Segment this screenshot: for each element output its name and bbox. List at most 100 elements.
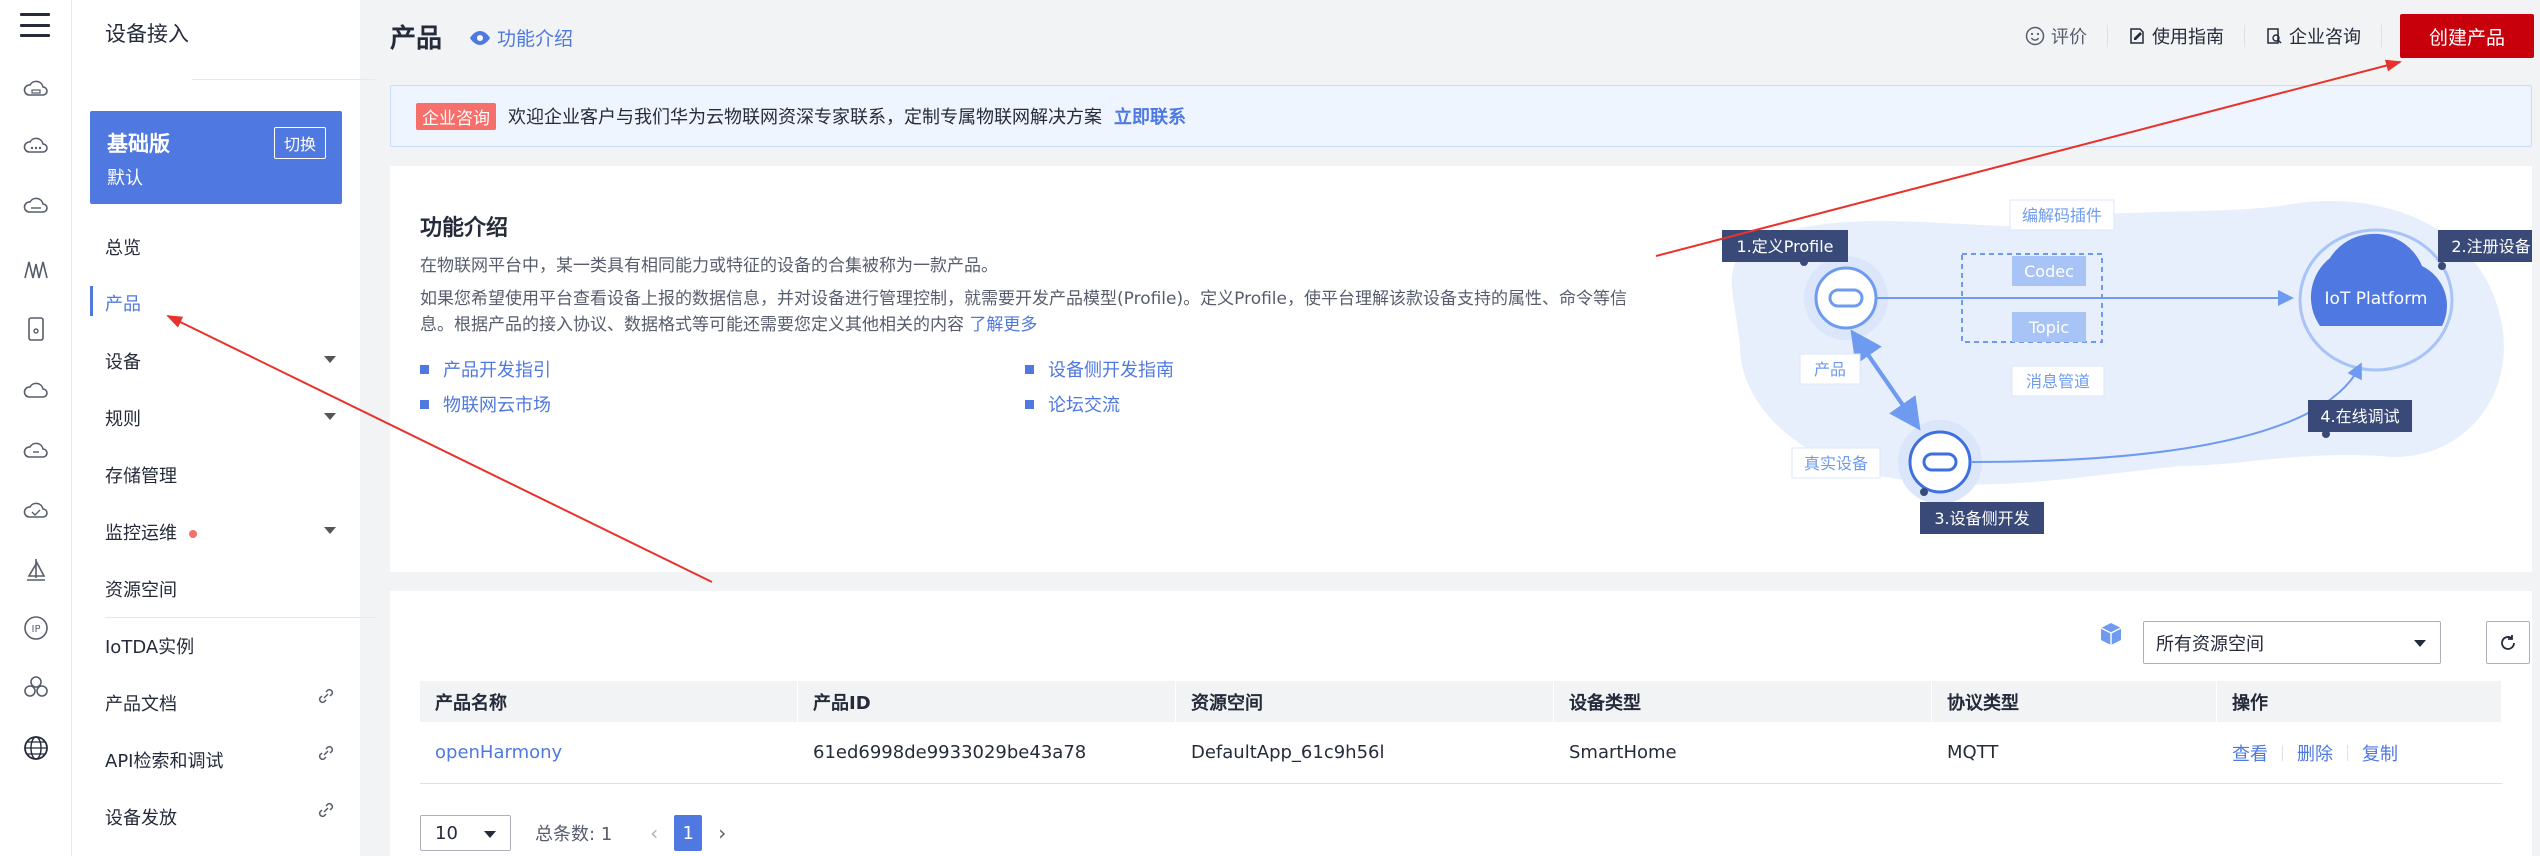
delete-button[interactable]: 删除 [2297,740,2333,766]
page-size-value: 10 [435,822,458,844]
step-device-dev: 3.设备侧开发 [1934,509,2029,528]
switch-edition-button[interactable]: 切换 [273,127,326,159]
step-online-debug: 4.在线调试 [2320,407,2399,426]
divider [2282,744,2283,761]
prev-page-button[interactable]: ‹ [650,821,658,845]
cluster-icon[interactable] [22,673,50,701]
codec-plugin-label: 编解码插件 [2022,206,2102,225]
cloud-server-icon[interactable] [22,76,50,104]
contact-now-link[interactable]: 立即联系 [1114,103,1186,129]
edition-instance: 默认 [107,168,143,189]
forum-link[interactable]: 论坛交流 [1025,391,1120,417]
chevron-down-icon[interactable] [324,413,336,420]
learn-more-link[interactable]: 了解更多 [969,315,1037,335]
topic-label: Topic [2028,318,2069,337]
svg-text:IP: IP [32,624,41,635]
nav-storage[interactable]: 存储管理 [105,462,177,488]
nav-resource-space[interactable]: 资源空间 [105,576,177,602]
iot-platform-label: IoT Platform [2325,289,2428,309]
nav-monitoring-label: 监控运维 [105,523,177,544]
pagination: 10 总条数: 1 ‹ 1 › [420,815,726,851]
external-link-icon[interactable] [316,686,336,706]
row-actions: 查看 删除 复制 [2217,740,2502,766]
refresh-button[interactable] [2486,621,2530,664]
product-list-panel: 所有资源空间 产品名称 产品ID 资源空间 设备类型 协议类型 操作 openH… [390,591,2532,856]
next-page-button[interactable]: › [718,821,726,845]
col-resource-space[interactable]: 资源空间 [1176,681,1554,722]
feature-intro-link[interactable]: 功能介绍 [469,24,573,51]
device-icon[interactable] [22,315,50,343]
consult-button[interactable]: 企业咨询 [2245,25,2382,48]
real-device-label: 真实设备 [1804,454,1868,473]
resource-space-select[interactable]: 所有资源空间 [2143,621,2441,664]
nav-rules[interactable]: 规则 [105,405,141,431]
consult-label: 企业咨询 [2289,27,2361,48]
col-device-type[interactable]: 设备类型 [1554,681,1932,722]
nav-product-docs[interactable]: 产品文档 [105,690,177,716]
icon-rail: IP [0,0,72,856]
ip-icon[interactable]: IP [22,614,50,642]
feature-intro-label: 功能介绍 [497,28,574,50]
edit-doc-icon [2130,28,2144,44]
cloud-storage-icon[interactable] [22,193,50,221]
nav-iotda-instance[interactable]: IoTDA实例 [105,633,194,659]
codec-label: Codec [2024,262,2074,281]
page-title: 产品 [390,24,443,54]
bridge-icon[interactable] [22,256,50,284]
external-link-icon[interactable] [316,800,336,820]
col-protocol[interactable]: 协议类型 [1932,681,2217,722]
cloud-check-icon[interactable] [22,497,50,525]
smile-icon [2025,26,2045,46]
globe-icon[interactable] [22,734,50,762]
nav-overview[interactable]: 总览 [105,234,141,260]
chevron-down-icon[interactable] [324,527,336,534]
copy-button[interactable]: 复制 [2362,740,2398,766]
cloud-icon[interactable] [22,377,50,405]
side-navigation: 设备接入 基础版 默认 切换 总览 产品 设备 规则 存储管理 监控运维 资源空… [72,0,375,856]
feature-intro-panel: 功能介绍 在物联网平台中，某一类具有相同能力或特征的设备的合集被称为一款产品。 … [390,166,2532,572]
step-define-profile: 1.定义Profile [1736,237,1833,256]
menu-icon[interactable] [20,10,50,40]
product-device-type: SmartHome [1569,742,1677,763]
total-label: 总条数: [535,824,596,845]
eye-icon [470,30,490,45]
device-dev-guide-link[interactable]: 设备侧开发指南 [1025,356,1174,382]
service-title: 设备接入 [105,22,189,46]
cloud-link-icon[interactable] [22,437,50,465]
table-row: openHarmony 61ed6998de9933029be43a78 Def… [420,722,2502,784]
page-number-current[interactable]: 1 [674,815,703,851]
product-dev-guide-link[interactable]: 产品开发指引 [420,356,551,382]
guide-button[interactable]: 使用指南 [2108,25,2245,48]
nav-devices[interactable]: 设备 [105,348,141,374]
col-product-id[interactable]: 产品ID [798,681,1176,722]
total-count: 总条数: 1 [535,820,612,846]
sail-icon[interactable] [22,556,50,584]
view-button[interactable]: 查看 [2232,740,2268,766]
product-node-label: 产品 [1814,360,1846,379]
chevron-down-icon[interactable] [324,356,336,363]
page-size-select[interactable]: 10 [420,815,511,851]
nav-api-explorer[interactable]: API检索和调试 [105,747,223,773]
chevron-down-icon [484,831,496,838]
col-product-name[interactable]: 产品名称 [420,681,798,722]
nav-device-provisioning[interactable]: 设备发放 [105,804,177,830]
external-link-icon[interactable] [316,743,336,763]
edition-name: 基础版 [107,132,170,156]
total-value: 1 [600,824,613,845]
edition-card: 基础版 默认 切换 [90,111,342,204]
table-header: 产品名称 产品ID 资源空间 设备类型 协议类型 操作 [420,681,2502,722]
nav-monitoring[interactable]: 监控运维 [105,519,197,545]
nav-products[interactable]: 产品 [105,290,141,316]
rate-button[interactable]: 评价 [2005,25,2108,48]
toolbar: 评价 使用指南 企业咨询 创建产品 [2005,14,2540,58]
active-indicator [90,286,93,316]
consult-doc-icon [2267,28,2282,44]
create-product-button[interactable]: 创建产品 [2400,14,2534,58]
consult-banner: 企业咨询 欢迎企业客户与我们华为云物联网资深专家联系，定制专属物联网解决方案 立… [390,85,2532,147]
rate-label: 评价 [2051,27,2087,48]
cloud-dots-icon[interactable] [22,133,50,161]
message-channel-label: 消息管道 [2026,372,2090,391]
product-name-link[interactable]: openHarmony [420,742,798,763]
consult-badge: 企业咨询 [416,102,496,130]
iot-marketplace-link[interactable]: 物联网云市场 [420,391,551,417]
